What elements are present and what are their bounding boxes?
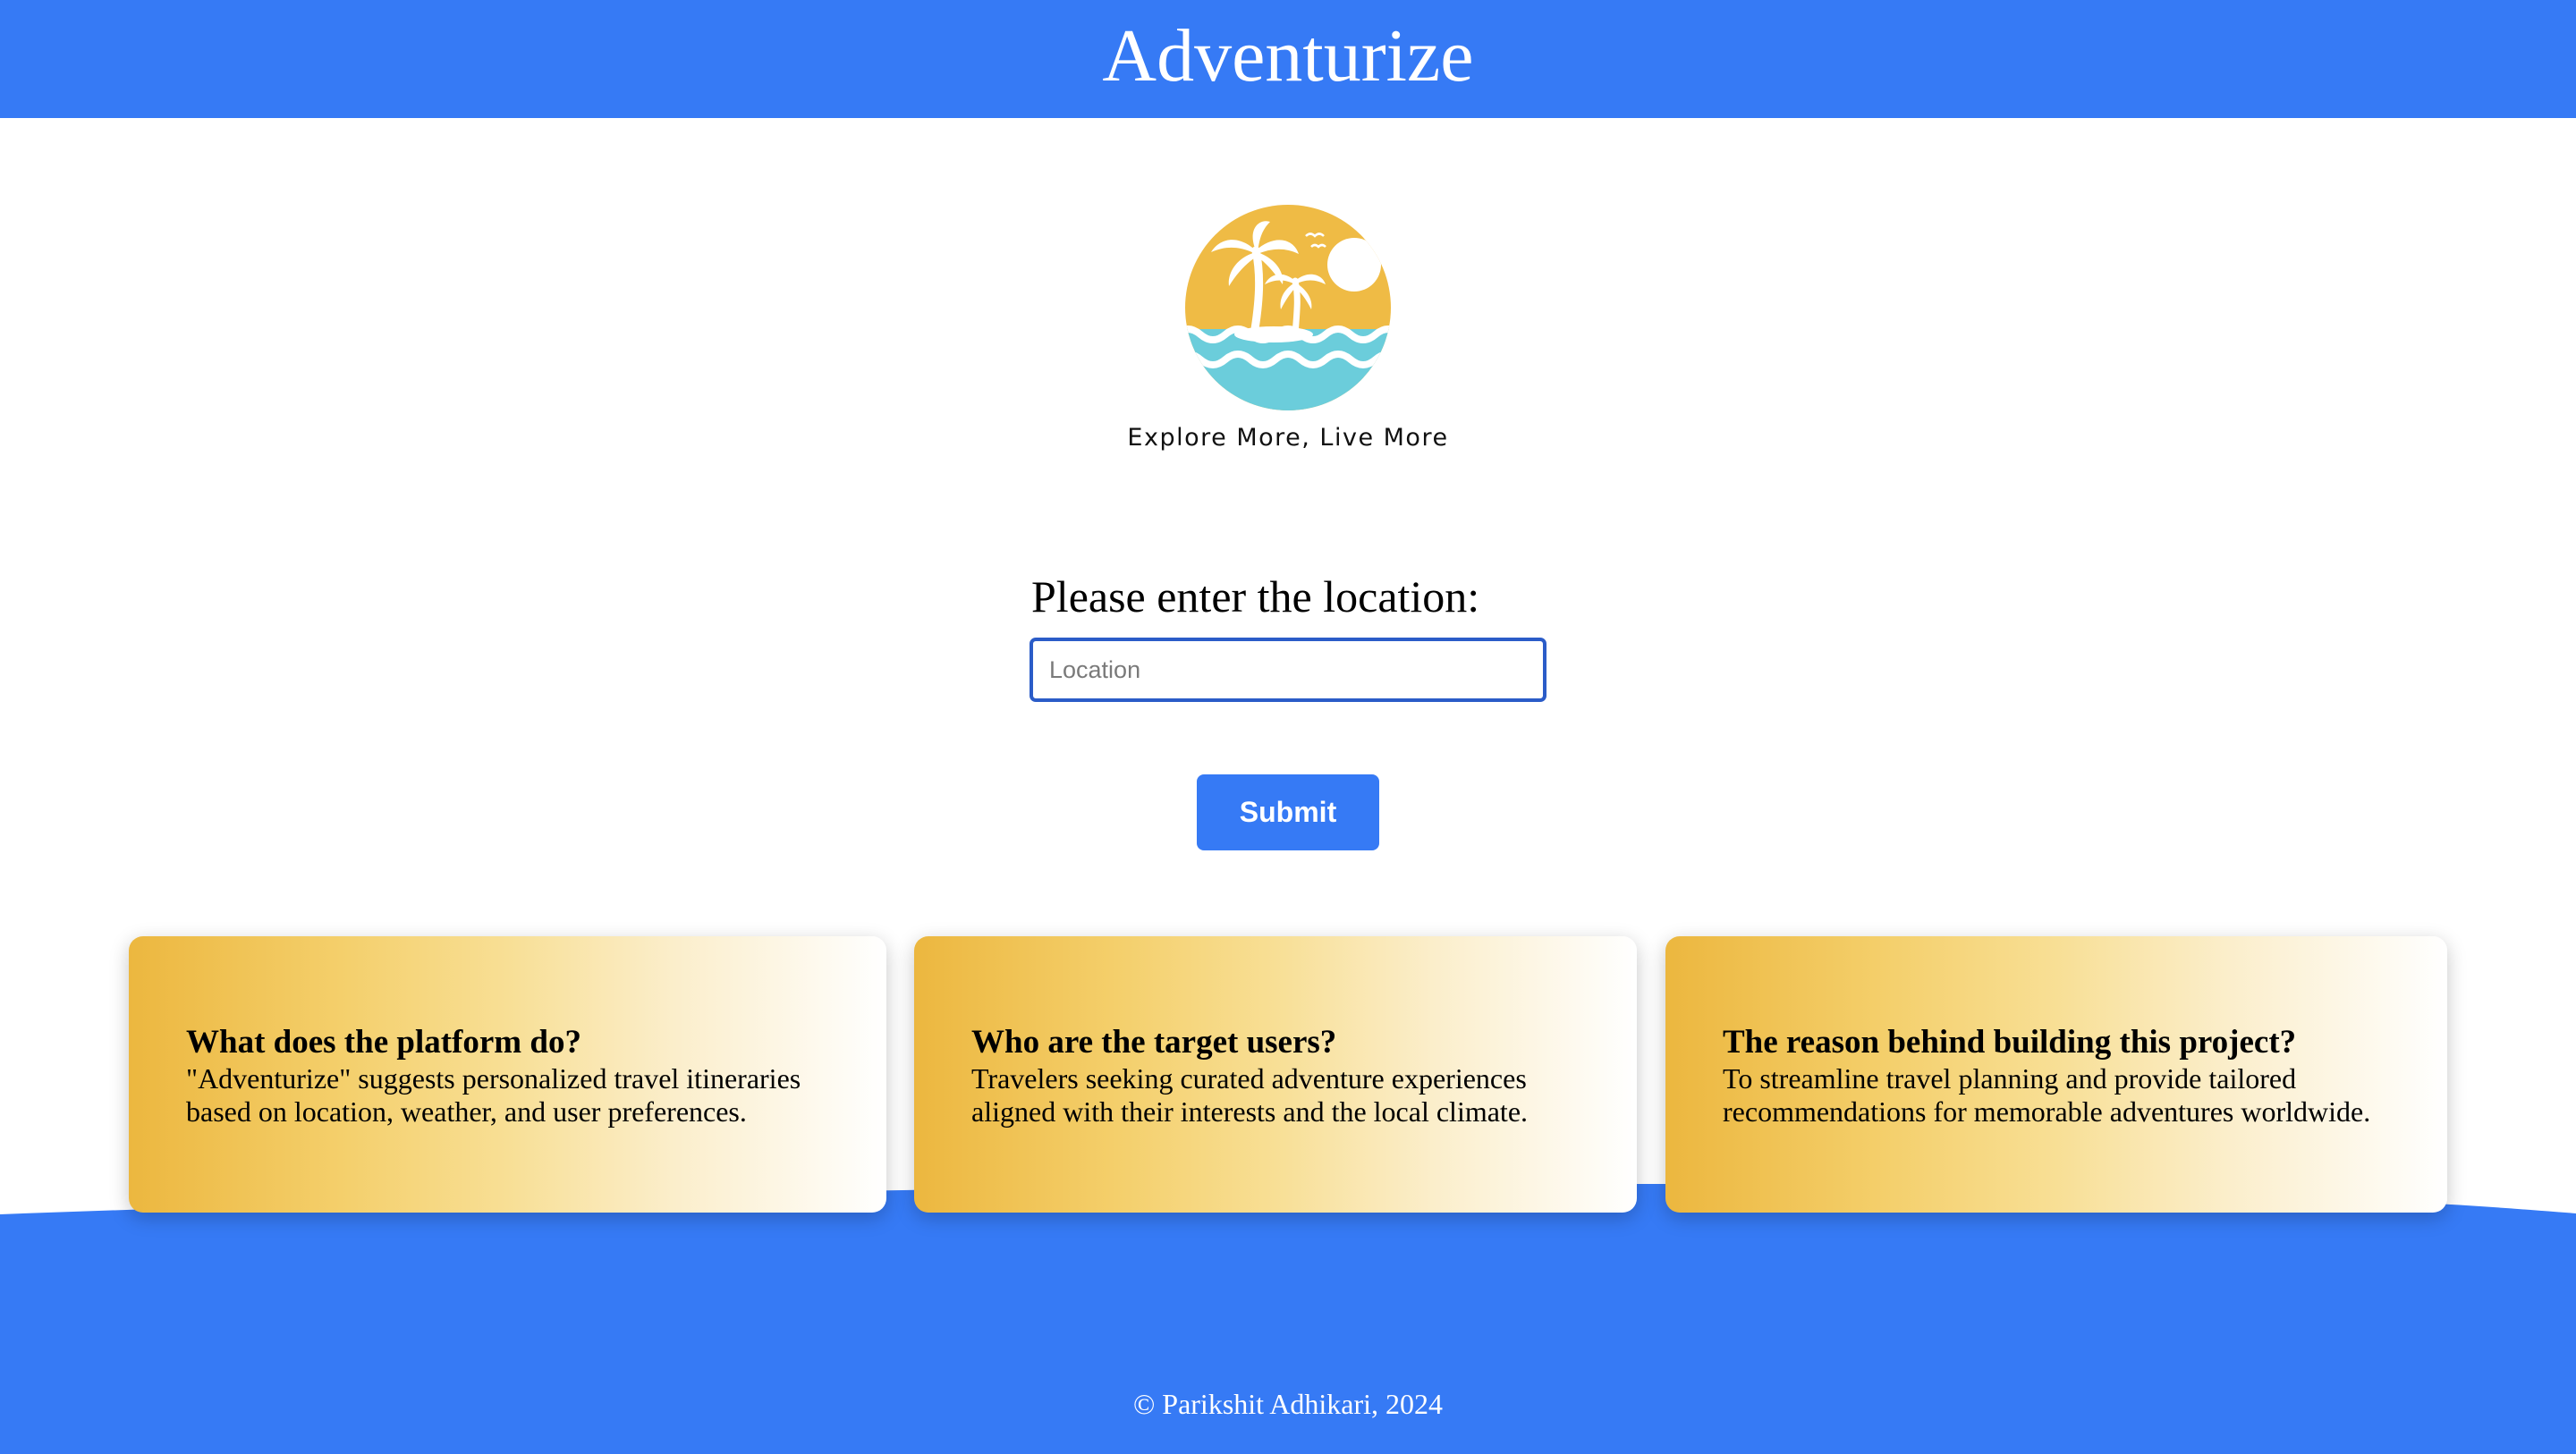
info-card-platform: What does the platform do? "Adventurize"… — [129, 936, 886, 1213]
card-title: Who are the target users? — [971, 1024, 1337, 1061]
location-form: Please enter the location: — [1030, 572, 1546, 702]
beach-logo-icon — [1185, 205, 1391, 410]
tagline: Explore More, Live More — [1127, 424, 1449, 452]
info-card-target-users: Who are the target users? Travelers seek… — [914, 936, 1637, 1213]
site-header: Adventurize — [0, 0, 2576, 118]
card-text: "Adventurize" suggests personalized trav… — [186, 1061, 801, 1128]
logo: Explore More, Live More — [1109, 204, 1467, 452]
location-label: Please enter the location: — [1031, 571, 1480, 621]
card-text: Travelers seeking curated adventure expe… — [971, 1061, 1529, 1128]
info-card-reason: The reason behind building this project?… — [1665, 936, 2447, 1213]
copyright-text: © Parikshit Adhikari, 2024 — [1132, 1388, 1444, 1420]
site-title: Adventurize — [1102, 14, 1474, 97]
card-text: To streamline travel planning and provid… — [1723, 1061, 2371, 1128]
card-title: What does the platform do? — [186, 1024, 581, 1061]
submit-button[interactable]: Submit — [1197, 774, 1379, 850]
card-title: The reason behind building this project? — [1723, 1024, 2297, 1061]
location-input[interactable] — [1030, 638, 1546, 702]
